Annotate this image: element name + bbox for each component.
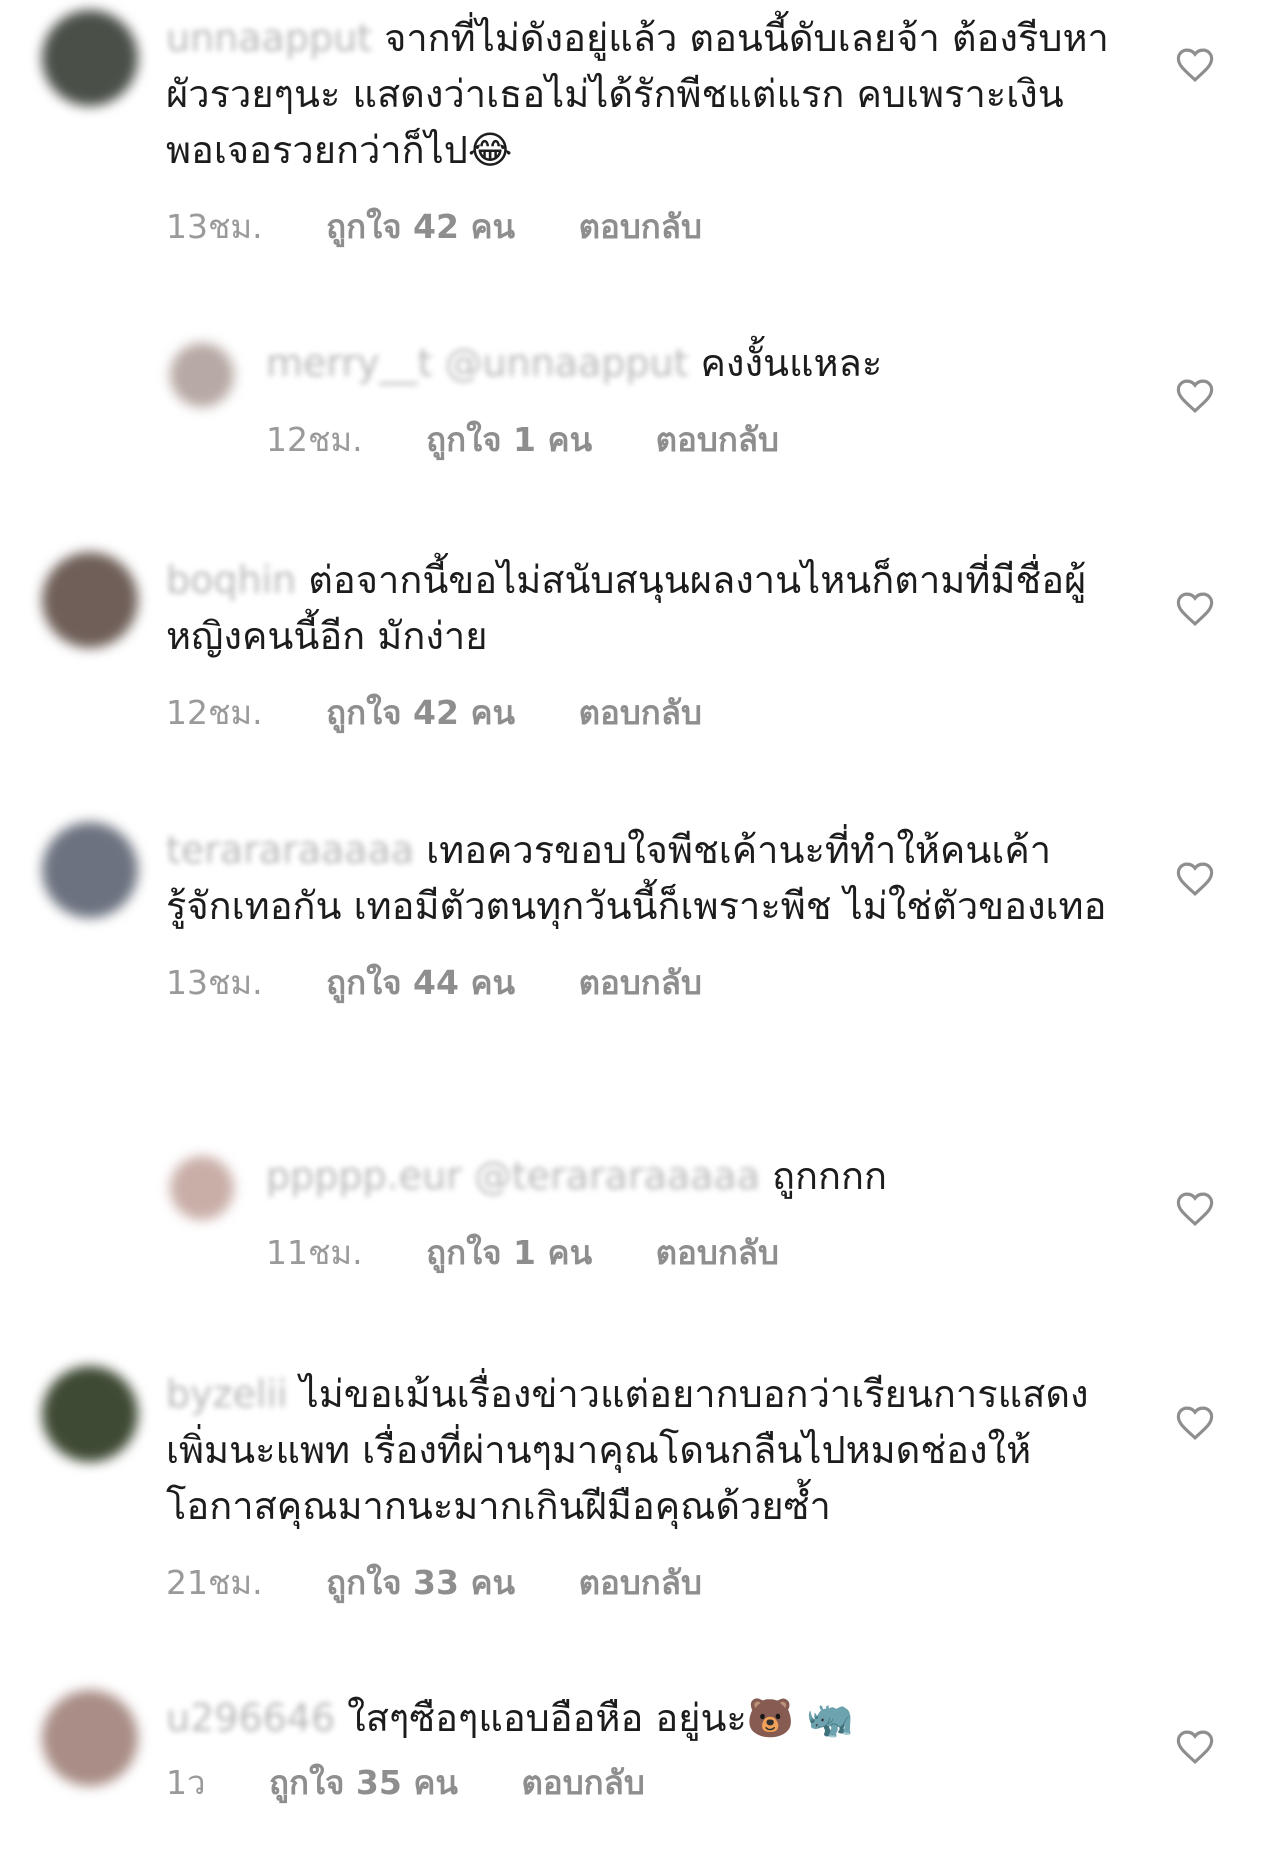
reply-button[interactable]: ตอบกลับ (656, 1226, 779, 1279)
timestamp: 21ชม. (166, 1563, 263, 1602)
timestamp: 1ว (166, 1763, 206, 1802)
username[interactable]: boqhin (166, 558, 296, 602)
comment-text: terararaaaaa เทอควรขอบใจพีชเค้านะที่ทำให้… (166, 822, 1110, 934)
comment-body: คงงั้นแหละ (700, 341, 883, 385)
avatar[interactable] (170, 1156, 234, 1220)
timestamp: 13ชม. (166, 963, 263, 1002)
timestamp: 12ชม. (166, 693, 263, 732)
username[interactable]: unnaapput (166, 16, 372, 60)
username[interactable]: u296646 (166, 1696, 335, 1740)
reply-button[interactable]: ตอบกลับ (656, 413, 779, 466)
comment-meta: 21ชม. ถูกใจ 33 คน ตอบกลับ (166, 1556, 1110, 1609)
likes-count[interactable]: ถูกใจ 44 คน (326, 956, 515, 1009)
avatar[interactable] (42, 10, 138, 106)
heart-outline-icon[interactable] (1174, 375, 1216, 417)
likes-count[interactable]: ถูกใจ 1 คน (426, 1226, 592, 1279)
comment-body: ต่อจากนี้ขอไม่สนับสนุนผลงานไหนก็ตามที่มี… (166, 558, 1087, 658)
comment-meta: 13ชม. ถูกใจ 44 คน ตอบกลับ (166, 956, 1110, 1009)
comment-body: ใสๆซือๆแอบอือหือ อยู่นะ🐻 🦏 (347, 1696, 854, 1740)
heart-outline-icon[interactable] (1174, 1726, 1216, 1768)
likes-count[interactable]: ถูกใจ 1 คน (426, 413, 592, 466)
comment-text: unnaapput จากที่ไม่ดังอยู่แล้ว ตอนนี้ดับเ… (166, 10, 1110, 178)
comment-meta: 12ชม. ถูกใจ 1 คน ตอบกลับ (266, 413, 1110, 466)
likes-count[interactable]: ถูกใจ 35 คน (269, 1756, 458, 1809)
comment-meta: 11ชม. ถูกใจ 1 คน ตอบกลับ (266, 1226, 1110, 1279)
reply-button[interactable]: ตอบกลับ (579, 1556, 702, 1609)
comment-body: ไม่ขอเม้นเรื่องข่าวแต่อยากบอกว่าเรียนการ… (166, 1372, 1089, 1528)
comment-body: ถูกกกก (772, 1154, 888, 1198)
heart-outline-icon[interactable] (1174, 588, 1216, 630)
heart-outline-icon[interactable] (1174, 44, 1216, 86)
timestamp: 12ชม. (266, 420, 363, 459)
avatar[interactable] (42, 822, 138, 918)
comment-meta: 13ชม. ถูกใจ 42 คน ตอบกลับ (166, 200, 1110, 253)
timestamp: 11ชม. (266, 1233, 363, 1272)
avatar[interactable] (170, 343, 234, 407)
likes-count[interactable]: ถูกใจ 42 คน (326, 200, 515, 253)
comment-thread: unnaapput จากที่ไม่ดังอยู่แล้ว ตอนนี้ดับเ… (0, 0, 1280, 1853)
heart-outline-icon[interactable] (1174, 1188, 1216, 1230)
username[interactable]: ppppp.eur @terararaaaaa (266, 1154, 760, 1198)
avatar[interactable] (42, 1366, 138, 1462)
reply-button[interactable]: ตอบกลับ (521, 1756, 644, 1809)
reply-button[interactable]: ตอบกลับ (579, 956, 702, 1009)
timestamp: 13ชม. (166, 207, 263, 246)
username[interactable]: terararaaaaa (166, 828, 414, 872)
comment-text: byzelii ไม่ขอเม้นเรื่องข่าวแต่อยากบอกว่าเ… (166, 1366, 1110, 1534)
comment-text: u296646 ใสๆซือๆแอบอือหือ อยู่นะ🐻 🦏 (166, 1690, 1110, 1746)
comment-text: ppppp.eur @terararaaaaa ถูกกกก (266, 1148, 1110, 1204)
likes-count[interactable]: ถูกใจ 33 คน (326, 1556, 515, 1609)
comment-text: merry__t @unnaapput คงงั้นแหละ (266, 335, 1110, 391)
reply-button[interactable]: ตอบกลับ (579, 686, 702, 739)
comment-meta: 12ชม. ถูกใจ 42 คน ตอบกลับ (166, 686, 1110, 739)
username[interactable]: byzelii (166, 1372, 288, 1416)
avatar[interactable] (42, 552, 138, 648)
username[interactable]: merry__t @unnaapput (266, 341, 689, 385)
comment-text: boqhin ต่อจากนี้ขอไม่สนับสนุนผลงานไหนก็ตา… (166, 552, 1110, 664)
heart-outline-icon[interactable] (1174, 858, 1216, 900)
avatar[interactable] (42, 1690, 138, 1786)
reply-button[interactable]: ตอบกลับ (579, 200, 702, 253)
likes-count[interactable]: ถูกใจ 42 คน (326, 686, 515, 739)
comment-meta: 1ว ถูกใจ 35 คน ตอบกลับ (166, 1756, 1110, 1809)
heart-outline-icon[interactable] (1174, 1402, 1216, 1444)
